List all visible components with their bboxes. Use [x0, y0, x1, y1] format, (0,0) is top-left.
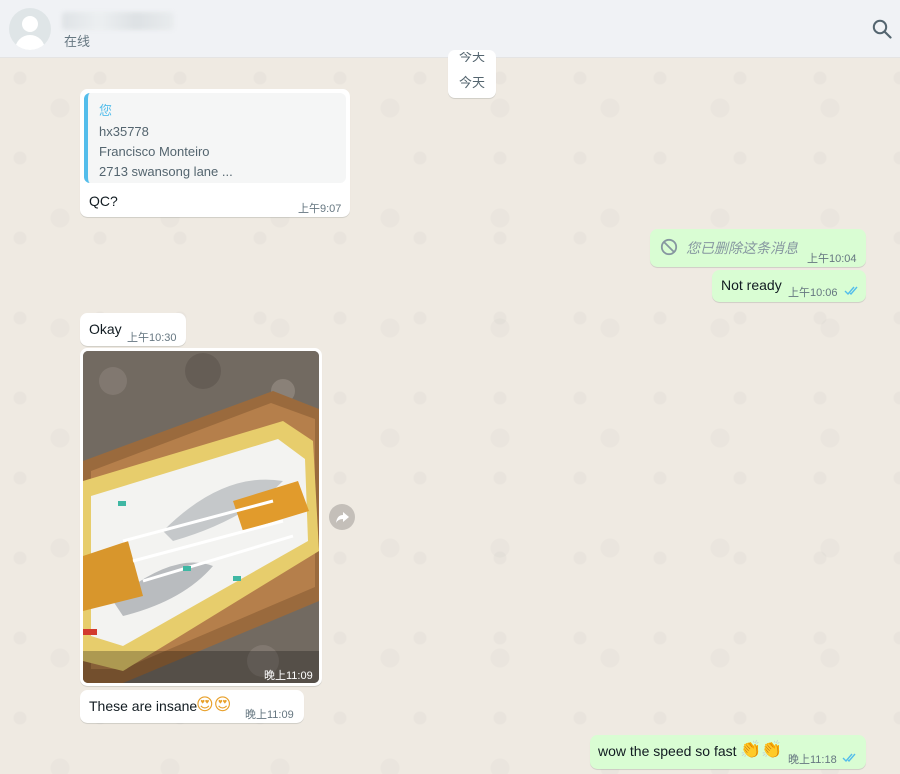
message-text: wow the speed so fast	[598, 743, 737, 759]
sneaker-photo-illustration	[83, 351, 319, 683]
message-incoming[interactable]: Okay 上午10:30	[80, 313, 186, 346]
blocked-icon	[660, 238, 678, 256]
message-outgoing[interactable]: wow the speed so fast 👏👏 晚上11:18	[590, 735, 866, 769]
message-text: Okay	[89, 321, 122, 337]
quoted-message[interactable]: 您 hx35778 Francisco Monteiro 2713 swanso…	[84, 93, 346, 183]
message-time: 晚上11:09	[245, 709, 294, 721]
quoted-line: 2713 swansong lane ...	[99, 164, 233, 179]
message-text: Not ready	[721, 277, 782, 293]
message-time: 上午10:06	[788, 287, 838, 299]
search-icon	[872, 19, 892, 39]
forward-icon	[336, 512, 349, 523]
message-time: 上午10:30	[127, 332, 177, 344]
message-incoming-reply[interactable]: 您 hx35778 Francisco Monteiro 2713 swanso…	[80, 89, 350, 217]
message-time: 上午10:04	[807, 253, 857, 265]
double-check-icon	[844, 286, 858, 296]
photo-time: 晚上11:09	[264, 670, 313, 682]
quoted-author: 您	[99, 103, 113, 118]
message-time: 晚上11:18	[788, 754, 837, 766]
quoted-line: Francisco Monteiro	[99, 144, 210, 159]
message-text: These are insane	[89, 698, 198, 714]
double-check-icon	[842, 753, 856, 763]
forward-button[interactable]	[329, 504, 355, 530]
sneaker-photo[interactable]	[83, 351, 319, 683]
contact-status: 在线	[64, 34, 91, 49]
avatar[interactable]	[9, 8, 51, 50]
deleted-message-text: 您已删除这条消息	[686, 240, 798, 256]
chat-header[interactable]: 在线	[0, 0, 900, 58]
quoted-line: hx35778	[99, 124, 149, 139]
message-incoming-photo[interactable]: 晚上11:09	[80, 348, 322, 686]
message-outgoing-deleted[interactable]: 您已删除这条消息 上午10:04	[650, 229, 866, 267]
avatar-body	[15, 35, 45, 50]
message-incoming[interactable]: These are insane 😍😍 晚上11:09	[80, 690, 304, 723]
avatar-head	[22, 16, 38, 32]
date-divider: 今天 今天	[448, 50, 496, 98]
search-button[interactable]	[871, 18, 893, 40]
date-divider-label: 今天	[458, 75, 485, 90]
heart-eyes-emoji: 😍😍	[196, 695, 232, 715]
message-text: QC?	[89, 193, 118, 209]
contact-name-redacted	[62, 12, 174, 30]
date-divider-overlap: 今天	[458, 52, 485, 62]
message-time: 上午9:07	[298, 203, 342, 215]
message-outgoing[interactable]: Not ready 上午10:06	[712, 270, 866, 302]
clapping-emoji: 👏👏	[740, 740, 783, 760]
